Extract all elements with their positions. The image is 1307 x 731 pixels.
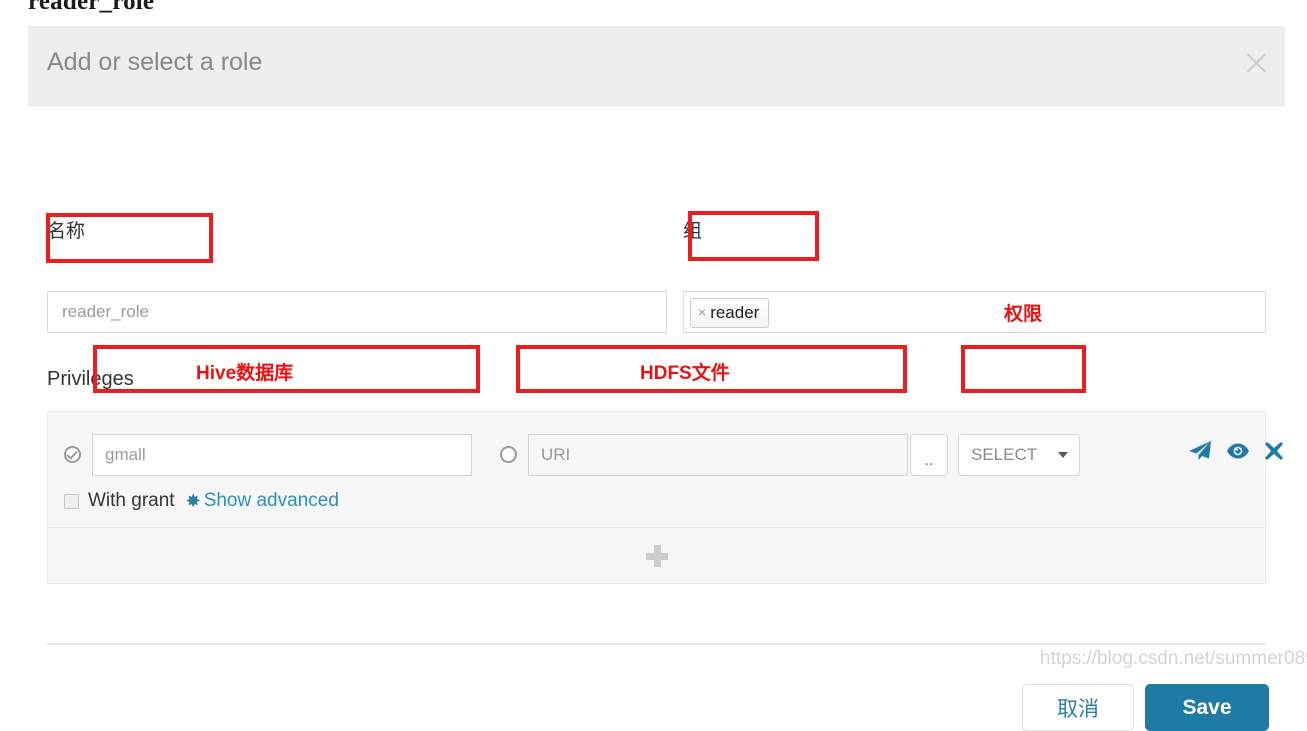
close-icon[interactable]: [1241, 48, 1271, 78]
cancel-button[interactable]: 取消: [1022, 684, 1134, 731]
save-button[interactable]: Save: [1145, 684, 1269, 731]
page-title: reader_role: [28, 0, 155, 15]
show-advanced-link[interactable]: Show advanced: [204, 490, 339, 512]
privileges-label: Privileges: [47, 368, 134, 390]
browse-button[interactable]: ..: [910, 434, 948, 476]
eye-icon[interactable]: [1226, 442, 1250, 460]
modal-footer: 取消 Save: [1022, 684, 1269, 731]
delete-icon[interactable]: [1264, 441, 1284, 461]
send-icon[interactable]: [1188, 440, 1212, 461]
with-grant-row: With grant ✸ Show advanced: [64, 490, 339, 512]
group-tag-label: reader: [710, 303, 760, 322]
with-grant-label: With grant: [88, 490, 175, 511]
role-name-input[interactable]: reader_role: [47, 291, 667, 333]
privilege-row-actions: [1188, 440, 1284, 461]
footer-divider: [47, 643, 1266, 645]
group-label: 组: [683, 221, 703, 242]
privilege-row: gmall URI .. SELECT With grant ✸ Show ad…: [47, 411, 1283, 528]
remove-tag-icon[interactable]: ×: [698, 304, 706, 320]
uri-radio[interactable]: [500, 446, 517, 463]
privilege-action-select[interactable]: SELECT: [958, 434, 1080, 476]
with-grant-checkbox[interactable]: [64, 493, 79, 509]
database-radio[interactable]: [64, 446, 81, 463]
add-role-modal: Add or select a role 名称 reader_role 组 × r…: [28, 26, 1285, 731]
database-input[interactable]: gmall: [92, 434, 472, 476]
add-privilege-row[interactable]: [47, 528, 1266, 584]
privilege-action-value: SELECT: [971, 445, 1038, 464]
chevron-down-icon: [1058, 452, 1068, 458]
modal-title: Add or select a role: [47, 48, 263, 76]
gear-icon: ✸: [185, 491, 201, 511]
modal-header: Add or select a role: [28, 26, 1285, 106]
group-tag-reader[interactable]: × reader: [690, 298, 770, 328]
watermark: https://blog.csdn.net/summer089089: [1040, 648, 1307, 669]
group-input[interactable]: × reader: [683, 291, 1266, 333]
name-label: 名称: [47, 221, 86, 242]
privileges-panel: gmall URI .. SELECT With grant ✸ Show ad…: [47, 411, 1283, 584]
plus-icon: [645, 544, 668, 567]
uri-input[interactable]: URI: [528, 434, 908, 476]
